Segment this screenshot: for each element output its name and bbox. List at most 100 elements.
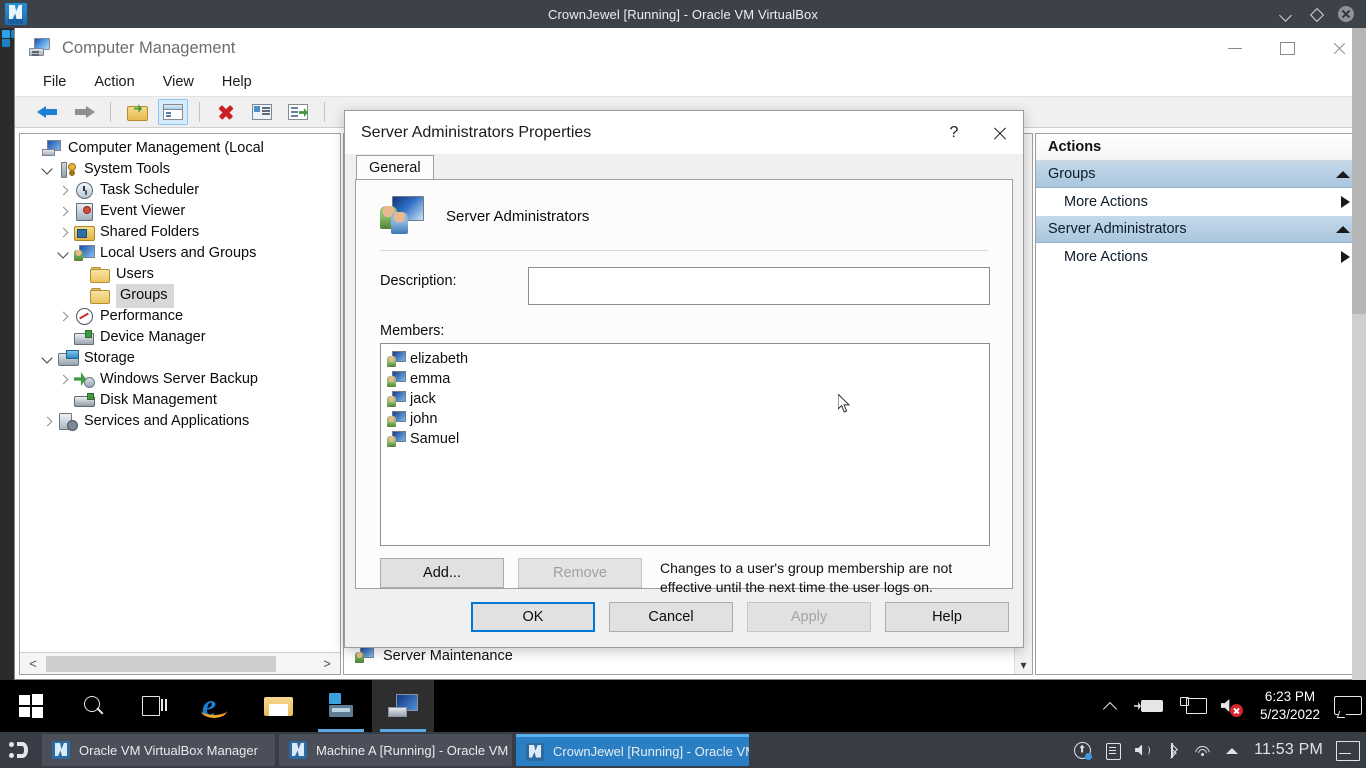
tree-item-groups[interactable]: Groups bbox=[20, 285, 340, 306]
disk-icon bbox=[74, 392, 94, 409]
action-more-actions-groups[interactable]: More Actions bbox=[1036, 188, 1360, 216]
wifi-icon[interactable] bbox=[1194, 742, 1211, 759]
chevron-right-icon[interactable] bbox=[40, 414, 56, 430]
member-row[interactable]: elizabeth bbox=[387, 349, 989, 369]
expander-spacer bbox=[72, 288, 88, 304]
ok-button[interactable]: OK bbox=[471, 602, 595, 632]
tree-item-storage[interactable]: Storage bbox=[20, 348, 340, 369]
cancel-button[interactable]: Cancel bbox=[609, 602, 733, 632]
tree-item-disk-management[interactable]: Disk Management bbox=[20, 390, 340, 411]
scroll-left-button[interactable]: < bbox=[20, 656, 46, 671]
tab-general[interactable]: General bbox=[356, 155, 434, 179]
members-list[interactable]: elizabethemmajackjohnSamuel bbox=[380, 343, 990, 546]
minimize-icon[interactable] bbox=[1278, 6, 1294, 22]
clock[interactable]: 6:23 PM 5/23/2022 bbox=[1260, 688, 1320, 723]
host-task-machine-a[interactable]: Machine A [Running] - Oracle VM ... bbox=[279, 734, 512, 766]
server-manager-button[interactable] bbox=[310, 680, 372, 732]
console-tree[interactable]: Computer Management (LocalSystem ToolsTa… bbox=[20, 134, 340, 652]
member-row[interactable]: emma bbox=[387, 369, 989, 389]
action-center-icon[interactable] bbox=[1334, 696, 1360, 716]
member-row[interactable]: jack bbox=[387, 389, 989, 409]
divider bbox=[380, 250, 988, 251]
clipboard-icon[interactable] bbox=[1104, 742, 1121, 759]
ethernet-icon[interactable] bbox=[1180, 696, 1206, 716]
tree-item-task-scheduler[interactable]: Task Scheduler bbox=[20, 180, 340, 201]
restore-icon[interactable] bbox=[1308, 6, 1324, 22]
host-task-label: Oracle VM VirtualBox Manager bbox=[79, 743, 258, 758]
export-list-button[interactable] bbox=[283, 99, 313, 125]
scroll-right-button[interactable]: > bbox=[314, 656, 340, 671]
chevron-down-icon[interactable] bbox=[56, 246, 72, 262]
scroll-track[interactable] bbox=[46, 655, 314, 673]
description-input[interactable] bbox=[528, 267, 990, 305]
menu-bar: File Action View Help bbox=[15, 68, 1365, 96]
tree-item-services-and-applications[interactable]: Services and Applications bbox=[20, 411, 340, 432]
menu-view[interactable]: View bbox=[163, 74, 194, 90]
chevron-right-icon[interactable] bbox=[56, 183, 72, 199]
guest-vertical-scrollbar[interactable] bbox=[1352, 28, 1366, 680]
software-update-icon[interactable] bbox=[1074, 742, 1091, 759]
maximize-button[interactable] bbox=[1261, 28, 1313, 68]
console-tree-icon bbox=[163, 104, 183, 120]
forward-button[interactable] bbox=[69, 99, 99, 125]
menu-help[interactable]: Help bbox=[222, 74, 252, 90]
scroll-thumb[interactable] bbox=[46, 656, 276, 672]
tree-item-shared-folders[interactable]: Shared Folders bbox=[20, 222, 340, 243]
show-hide-console-tree-button[interactable] bbox=[158, 99, 188, 125]
start-button[interactable] bbox=[0, 680, 62, 732]
tree-item-windows-server-backup[interactable]: Windows Server Backup bbox=[20, 369, 340, 390]
tree-item-users[interactable]: Users bbox=[20, 264, 340, 285]
back-button[interactable] bbox=[33, 99, 63, 125]
tree-item-performance[interactable]: Performance bbox=[20, 306, 340, 327]
app-launcher-icon[interactable] bbox=[0, 732, 38, 768]
actions-section-server-administrators[interactable]: Server Administrators bbox=[1036, 216, 1360, 243]
show-hidden-icons-icon[interactable] bbox=[1224, 742, 1241, 759]
actions-pane: Actions Groups More Actions Server Admin… bbox=[1035, 133, 1361, 675]
battery-charging-icon[interactable] bbox=[1134, 698, 1166, 714]
tree-item-event-viewer[interactable]: Event Viewer bbox=[20, 201, 340, 222]
member-row[interactable]: Samuel bbox=[387, 429, 989, 449]
actions-section-groups[interactable]: Groups bbox=[1036, 161, 1360, 188]
scroll-down-button[interactable]: ▾ bbox=[1015, 656, 1032, 674]
chevron-down-icon[interactable] bbox=[40, 162, 56, 178]
tree-horizontal-scrollbar[interactable]: < > bbox=[20, 652, 340, 674]
add-button[interactable]: Add... bbox=[380, 558, 504, 588]
chevron-right-icon[interactable] bbox=[56, 225, 72, 241]
computer-management-button[interactable] bbox=[372, 680, 434, 732]
chevron-down-icon[interactable] bbox=[40, 351, 56, 367]
chevron-up-icon[interactable] bbox=[1336, 226, 1350, 233]
scroll-thumb[interactable] bbox=[1352, 28, 1366, 314]
host-clock[interactable]: 11:53 PM bbox=[1254, 741, 1323, 759]
chevron-up-icon[interactable] bbox=[1336, 171, 1350, 178]
bluetooth-icon[interactable] bbox=[1164, 742, 1181, 759]
show-hidden-icons-icon[interactable] bbox=[1102, 697, 1120, 715]
chevron-right-icon[interactable] bbox=[56, 204, 72, 220]
internet-explorer-button[interactable] bbox=[186, 680, 248, 732]
tree-item-system-tools[interactable]: System Tools bbox=[20, 159, 340, 180]
notification-icon[interactable] bbox=[1336, 741, 1358, 759]
chevron-right-icon[interactable] bbox=[56, 309, 72, 325]
tree-item-computer-management-local[interactable]: Computer Management (Local bbox=[20, 138, 340, 159]
host-task-crownjewel[interactable]: CrownJewel [Running] - Oracle VM... bbox=[516, 734, 749, 766]
volume-icon[interactable] bbox=[1134, 742, 1151, 759]
task-view-button[interactable] bbox=[124, 680, 186, 732]
help-button[interactable]: Help bbox=[885, 602, 1009, 632]
volume-muted-icon[interactable] bbox=[1220, 696, 1246, 716]
menu-file[interactable]: File bbox=[43, 74, 66, 90]
host-task-virtualbox-manager[interactable]: Oracle VM VirtualBox Manager bbox=[42, 734, 275, 766]
close-icon[interactable] bbox=[1338, 6, 1354, 22]
help-button[interactable]: ? bbox=[931, 111, 977, 155]
file-explorer-button[interactable] bbox=[248, 680, 310, 732]
menu-action[interactable]: Action bbox=[94, 74, 134, 90]
search-button[interactable] bbox=[62, 680, 124, 732]
chevron-right-icon[interactable] bbox=[56, 372, 72, 388]
member-row[interactable]: john bbox=[387, 409, 989, 429]
minimize-button[interactable] bbox=[1209, 28, 1261, 68]
up-one-level-button[interactable] bbox=[122, 99, 152, 125]
tree-item-local-users-and-groups[interactable]: Local Users and Groups bbox=[20, 243, 340, 264]
action-more-actions-server-administrators[interactable]: More Actions bbox=[1036, 243, 1360, 271]
properties-button[interactable] bbox=[247, 99, 277, 125]
delete-button[interactable] bbox=[211, 99, 241, 125]
close-button[interactable] bbox=[977, 111, 1023, 155]
tree-item-device-manager[interactable]: Device Manager bbox=[20, 327, 340, 348]
